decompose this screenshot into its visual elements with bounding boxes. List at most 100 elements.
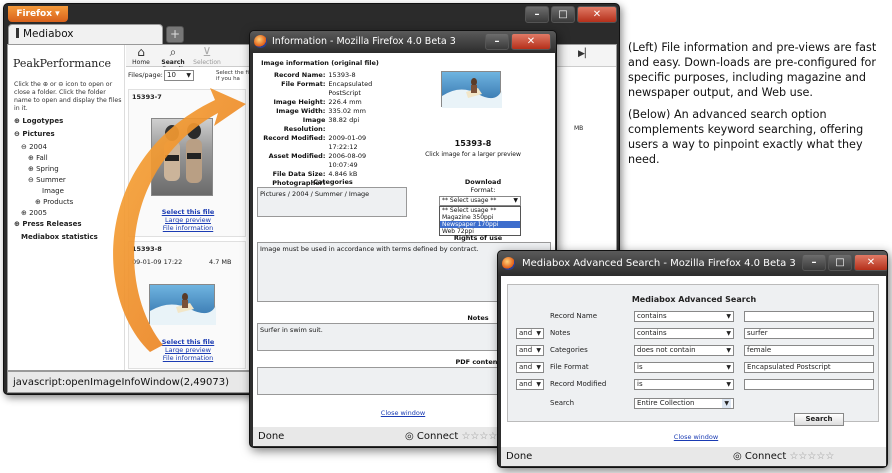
file-information-link[interactable]: File information [129, 224, 247, 232]
status-done: Done [506, 451, 533, 462]
tile-size: 4.7 MB [209, 258, 232, 266]
tree-item[interactable]: ⊕ Spring [14, 165, 122, 174]
close-button[interactable]: ✕ [854, 254, 887, 271]
operator-select[interactable]: is ▼ [634, 379, 734, 390]
conjunction-select[interactable]: and ▼ [516, 328, 544, 339]
tree-item-label[interactable]: Press Releases [22, 220, 81, 228]
tree-item[interactable]: ⊕ Fall [14, 154, 122, 163]
operator-select[interactable]: contains ▼ [634, 311, 734, 322]
tree-item[interactable]: ⊖ 2004 [14, 143, 122, 152]
home-icon: ⌂ [137, 45, 145, 59]
selection-button[interactable]: ⊻ Selection [192, 45, 222, 67]
criteria-value-input[interactable] [744, 379, 874, 390]
folder-tree: ⊕ Logotypes ⊖ Pictures ⊖ 2004 ⊕ Fall ⊕ Sprin… [14, 117, 122, 244]
women-photo-icon [164, 123, 202, 183]
scope-select[interactable]: Entire Collection ▼ [634, 398, 734, 409]
search-heading: Mediabox Advanced Search [631, 295, 757, 304]
tree-item-label[interactable]: Products [43, 198, 73, 206]
tree-item-label[interactable]: Pictures [22, 130, 54, 138]
tree-item-label[interactable]: Image [42, 187, 64, 195]
tree-item[interactable]: ⊖ Pictures [14, 130, 122, 139]
format-option[interactable]: Magazine 350ppi [440, 214, 520, 221]
tile-thumbnail[interactable] [151, 118, 213, 196]
file-tile-1[interactable]: 15393-7 Select this file Large preview F… [128, 89, 246, 237]
expand-icon[interactable]: ⊕ [28, 154, 36, 162]
tree-item-label[interactable]: Summer [36, 176, 66, 184]
tree-item-label[interactable]: 2005 [29, 209, 47, 217]
home-button[interactable]: ⌂ Home [128, 45, 154, 67]
minimize-button[interactable]: – [525, 6, 549, 23]
image-info-header: Image information (original file) [261, 59, 379, 67]
tree-item-label[interactable]: Logotypes [22, 117, 63, 125]
operator-select[interactable]: is ▼ [634, 362, 734, 373]
next-page-icon[interactable]: ▶▏ [578, 49, 592, 59]
collapse-icon[interactable]: ⊖ [21, 143, 29, 151]
chevron-down-icon: ▼ [726, 364, 731, 371]
tree-item[interactable]: ⊕ Products [14, 198, 122, 207]
minimize-button[interactable]: – [802, 254, 826, 271]
close-window-link[interactable]: Close window [651, 433, 741, 441]
criteria-value-input[interactable] [744, 311, 874, 322]
file-information-link[interactable]: File information [129, 354, 247, 362]
close-button[interactable]: ✕ [577, 6, 617, 23]
minimize-button[interactable]: – [485, 33, 509, 50]
connect-area[interactable]: ◎ Connect ☆☆☆☆ [405, 427, 497, 446]
firefox-menu-button[interactable]: Firefox ▾ [8, 6, 68, 22]
tree-item[interactable]: ⊖ Summer [14, 176, 122, 185]
chevron-down-icon: ▼ [722, 399, 731, 408]
preview-thumbnail[interactable] [441, 71, 502, 108]
file-tile-2[interactable]: 15393-8 09-01-09 17:22 4.7 MB Select thi… [128, 241, 246, 369]
files-per-page-select[interactable]: 10 ▼ [164, 70, 194, 81]
status-done: Done [258, 431, 285, 442]
tree-item-label[interactable]: Fall [36, 154, 48, 162]
format-option[interactable]: Newspaper 170ppi [440, 221, 520, 228]
conjunction-select[interactable]: and ▼ [516, 362, 544, 373]
new-tab-button[interactable]: + [166, 26, 184, 43]
format-option[interactable]: ** Select usage ** [440, 207, 520, 214]
collapse-icon[interactable]: ⊖ [28, 176, 36, 184]
conjunction-select[interactable]: and ▼ [516, 345, 544, 356]
tree-item[interactable]: ⊕ 2005 [14, 209, 122, 218]
tree-item[interactable]: Image [14, 187, 122, 196]
operator-select[interactable]: does not contain ▼ [634, 345, 734, 356]
conjunction-select[interactable]: and ▼ [516, 379, 544, 390]
tree-item-label[interactable]: Spring [36, 165, 59, 173]
tree-item[interactable]: Mediabox statistics [14, 233, 122, 242]
criteria-row: Record Name contains ▼ [508, 311, 880, 324]
criteria-value-input[interactable]: female [744, 345, 874, 356]
search-result-button[interactable]: ⌕Search Result [156, 45, 190, 73]
expand-icon[interactable]: ⊕ [21, 209, 29, 217]
large-preview-link[interactable]: Large preview [129, 216, 247, 224]
tab-mediabox[interactable]: Mediabox [8, 24, 163, 44]
criteria-row: and ▼ Categories does not contain ▼ female [508, 345, 880, 358]
image-info-fields: Record Name: 15393-8 File Format: Encapsula… [261, 71, 387, 188]
tree-item[interactable]: ⊕ Press Releases [14, 220, 122, 229]
field-label: Categories [550, 346, 588, 354]
firefox-icon [502, 257, 515, 270]
tree-item[interactable]: ⊕ Logotypes [14, 117, 122, 126]
expand-icon[interactable]: ⊕ [28, 165, 36, 173]
format-label: Format: [470, 186, 496, 194]
expand-icon[interactable]: ⊕ [35, 198, 43, 206]
info-field: Image Resolution: 38.82 dpi [261, 116, 387, 134]
connect-area[interactable]: ◎ Connect ☆☆☆☆☆ [733, 447, 834, 466]
format-select[interactable]: ** Select usage ** ▼ [439, 196, 521, 206]
tile-thumbnail[interactable] [149, 284, 216, 325]
close-window-link[interactable]: Close window [353, 409, 453, 417]
select-file-link[interactable]: Select this file [129, 208, 247, 216]
search-button[interactable]: Search [794, 413, 844, 426]
operator-select[interactable]: contains ▼ [634, 328, 734, 339]
large-preview-link[interactable]: Large preview [129, 346, 247, 354]
folder-help-text: Click the ⊕ or ⊖ icon to open or close a… [14, 81, 122, 112]
close-button[interactable]: ✕ [511, 33, 551, 50]
select-file-link[interactable]: Select this file [129, 338, 247, 346]
rating-stars-icon: ☆☆☆☆☆ [789, 451, 835, 462]
maximize-button[interactable]: □ [551, 6, 575, 23]
criteria-value-input[interactable]: surfer [744, 328, 874, 339]
tree-item-label[interactable]: Mediabox statistics [21, 233, 98, 241]
tree-item-label[interactable]: 2004 [29, 143, 47, 151]
maximize-button[interactable]: □ [828, 254, 852, 271]
download-label: Download [464, 178, 502, 186]
field-label: Record Modified [550, 380, 607, 388]
criteria-value-input[interactable]: Encapsulated Postscript [744, 362, 874, 373]
